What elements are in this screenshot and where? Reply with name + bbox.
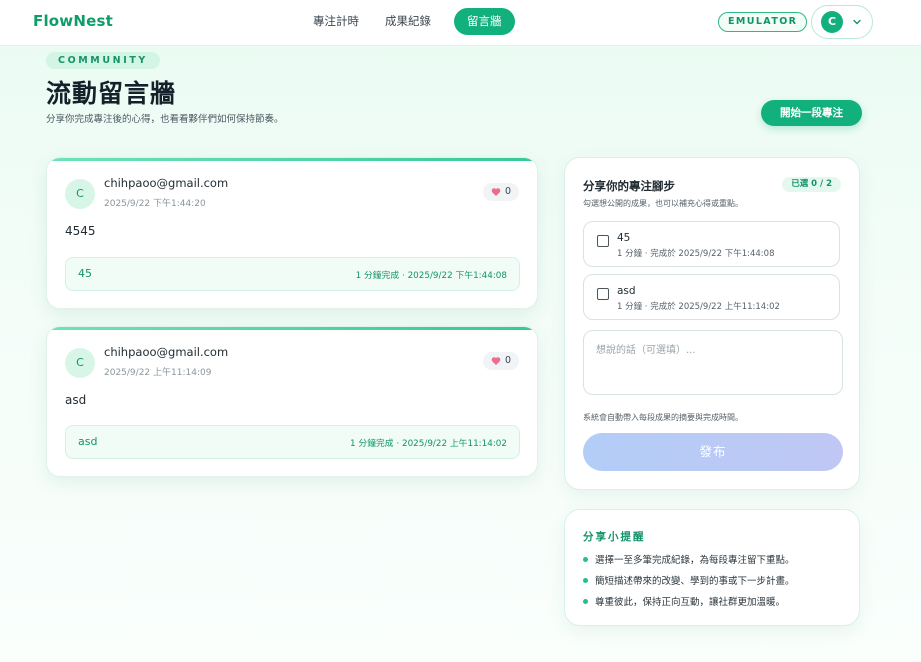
selected-count-badge: 已選 0 / 2	[782, 177, 841, 192]
post-content: asd	[65, 393, 87, 407]
brand-logo[interactable]: FlowNest	[33, 12, 113, 30]
bullet-dot-icon	[583, 599, 588, 604]
share-option-title: 45	[617, 232, 631, 244]
top-navbar: FlowNest 專注計時 成果紀錄 留言牆 EMULATOR C	[0, 0, 921, 46]
tip-item: 尊重彼此，保持正向互動，讓社群更加溫暖。	[583, 594, 785, 608]
nav-link-wall[interactable]: 留言牆	[454, 8, 515, 35]
post-content: 4545	[65, 224, 96, 238]
tip-text: 簡短描述帶來的改變、學到的事或下一步計畫。	[595, 576, 795, 587]
page-subtitle: 分享你完成專注後的心得，也看看夥伴們如何保持節奏。	[46, 114, 284, 125]
share-option-checkbox[interactable]	[597, 288, 609, 300]
nav-link-records[interactable]: 成果紀錄	[372, 8, 444, 35]
attachment-meta: 1 分鐘完成 · 2025/9/22 下午1:44:08	[355, 271, 507, 281]
post-card: C chihpaoo@gmail.com 2025/9/22 下午1:44:20…	[46, 157, 538, 309]
like-button[interactable]: 0	[483, 352, 519, 370]
avatar: C	[65, 179, 95, 209]
share-option-meta: 1 分鐘 · 完成於 2025/9/22 上午11:14:02	[617, 302, 780, 312]
post-card: C chihpaoo@gmail.com 2025/9/22 上午11:14:0…	[46, 326, 538, 477]
tip-text: 尊重彼此，保持正向互動，讓社群更加溫暖。	[595, 597, 786, 608]
attachment-meta: 1 分鐘完成 · 2025/9/22 上午11:14:02	[350, 439, 507, 449]
share-option-checkbox[interactable]	[597, 235, 609, 247]
post-author: chihpaoo@gmail.com	[104, 345, 229, 359]
post-timestamp: 2025/9/22 下午1:44:20	[104, 199, 206, 209]
heart-icon	[491, 188, 501, 196]
avatar: C	[821, 11, 843, 33]
share-panel: 分享你的專注腳步 勾選想公開的成果，也可以補充心得或重點。 已選 0 / 2 4…	[564, 157, 860, 490]
bullet-dot-icon	[583, 578, 588, 583]
share-option-title: asd	[617, 285, 636, 297]
post-attachment[interactable]: 45 1 分鐘完成 · 2025/9/22 下午1:44:08	[65, 257, 520, 291]
note-field-wrapper	[583, 330, 843, 395]
main-nav: 專注計時 成果紀錄 留言牆	[300, 8, 515, 35]
attachment-title: 45	[78, 267, 92, 280]
nav-link-timer[interactable]: 專注計時	[300, 8, 372, 35]
post-card-accent	[47, 327, 537, 330]
tips-panel: 分享小提醒 選擇一至多筆完成紀錄，為每段專注留下重點。 簡短描述帶來的改變、學到…	[564, 509, 860, 626]
tips-title: 分享小提醒	[583, 531, 646, 543]
heart-icon	[491, 357, 501, 365]
community-eyebrow: COMMUNITY	[46, 52, 160, 69]
post-card-accent	[47, 158, 537, 161]
share-panel-hint: 勾選想公開的成果，也可以補充心得或重點。	[583, 199, 743, 208]
page-title: 流動留言牆	[46, 79, 177, 108]
like-button[interactable]: 0	[483, 183, 519, 201]
publish-button[interactable]: 發布	[583, 433, 843, 471]
share-option-meta: 1 分鐘 · 完成於 2025/9/22 下午1:44:08	[617, 249, 775, 259]
emulator-badge: EMULATOR	[718, 12, 808, 32]
share-option[interactable]: asd 1 分鐘 · 完成於 2025/9/22 上午11:14:02	[583, 274, 840, 320]
like-count: 0	[505, 355, 512, 366]
post-attachment[interactable]: asd 1 分鐘完成 · 2025/9/22 上午11:14:02	[65, 425, 520, 459]
chevron-down-icon	[853, 19, 861, 25]
post-author: chihpaoo@gmail.com	[104, 176, 229, 190]
avatar: C	[65, 348, 95, 378]
tip-item: 簡短描述帶來的改變、學到的事或下一步計畫。	[583, 573, 795, 587]
share-option[interactable]: 45 1 分鐘 · 完成於 2025/9/22 下午1:44:08	[583, 221, 840, 267]
bullet-dot-icon	[583, 557, 588, 562]
tip-text: 選擇一至多筆完成紀錄，為每段專注留下重點。	[595, 555, 795, 566]
user-menu-button[interactable]: C	[811, 5, 873, 39]
start-focus-button[interactable]: 開始一段專注	[761, 100, 862, 126]
share-panel-title: 分享你的專注腳步	[583, 179, 675, 193]
tip-item: 選擇一至多筆完成紀錄，為每段專注留下重點。	[583, 552, 795, 566]
note-textarea[interactable]	[584, 331, 842, 394]
auto-summary-note: 系統會自動帶入每段成果的摘要與完成時間。	[583, 413, 743, 422]
attachment-title: asd	[78, 435, 98, 448]
post-timestamp: 2025/9/22 上午11:14:09	[104, 368, 212, 378]
like-count: 0	[505, 186, 512, 197]
